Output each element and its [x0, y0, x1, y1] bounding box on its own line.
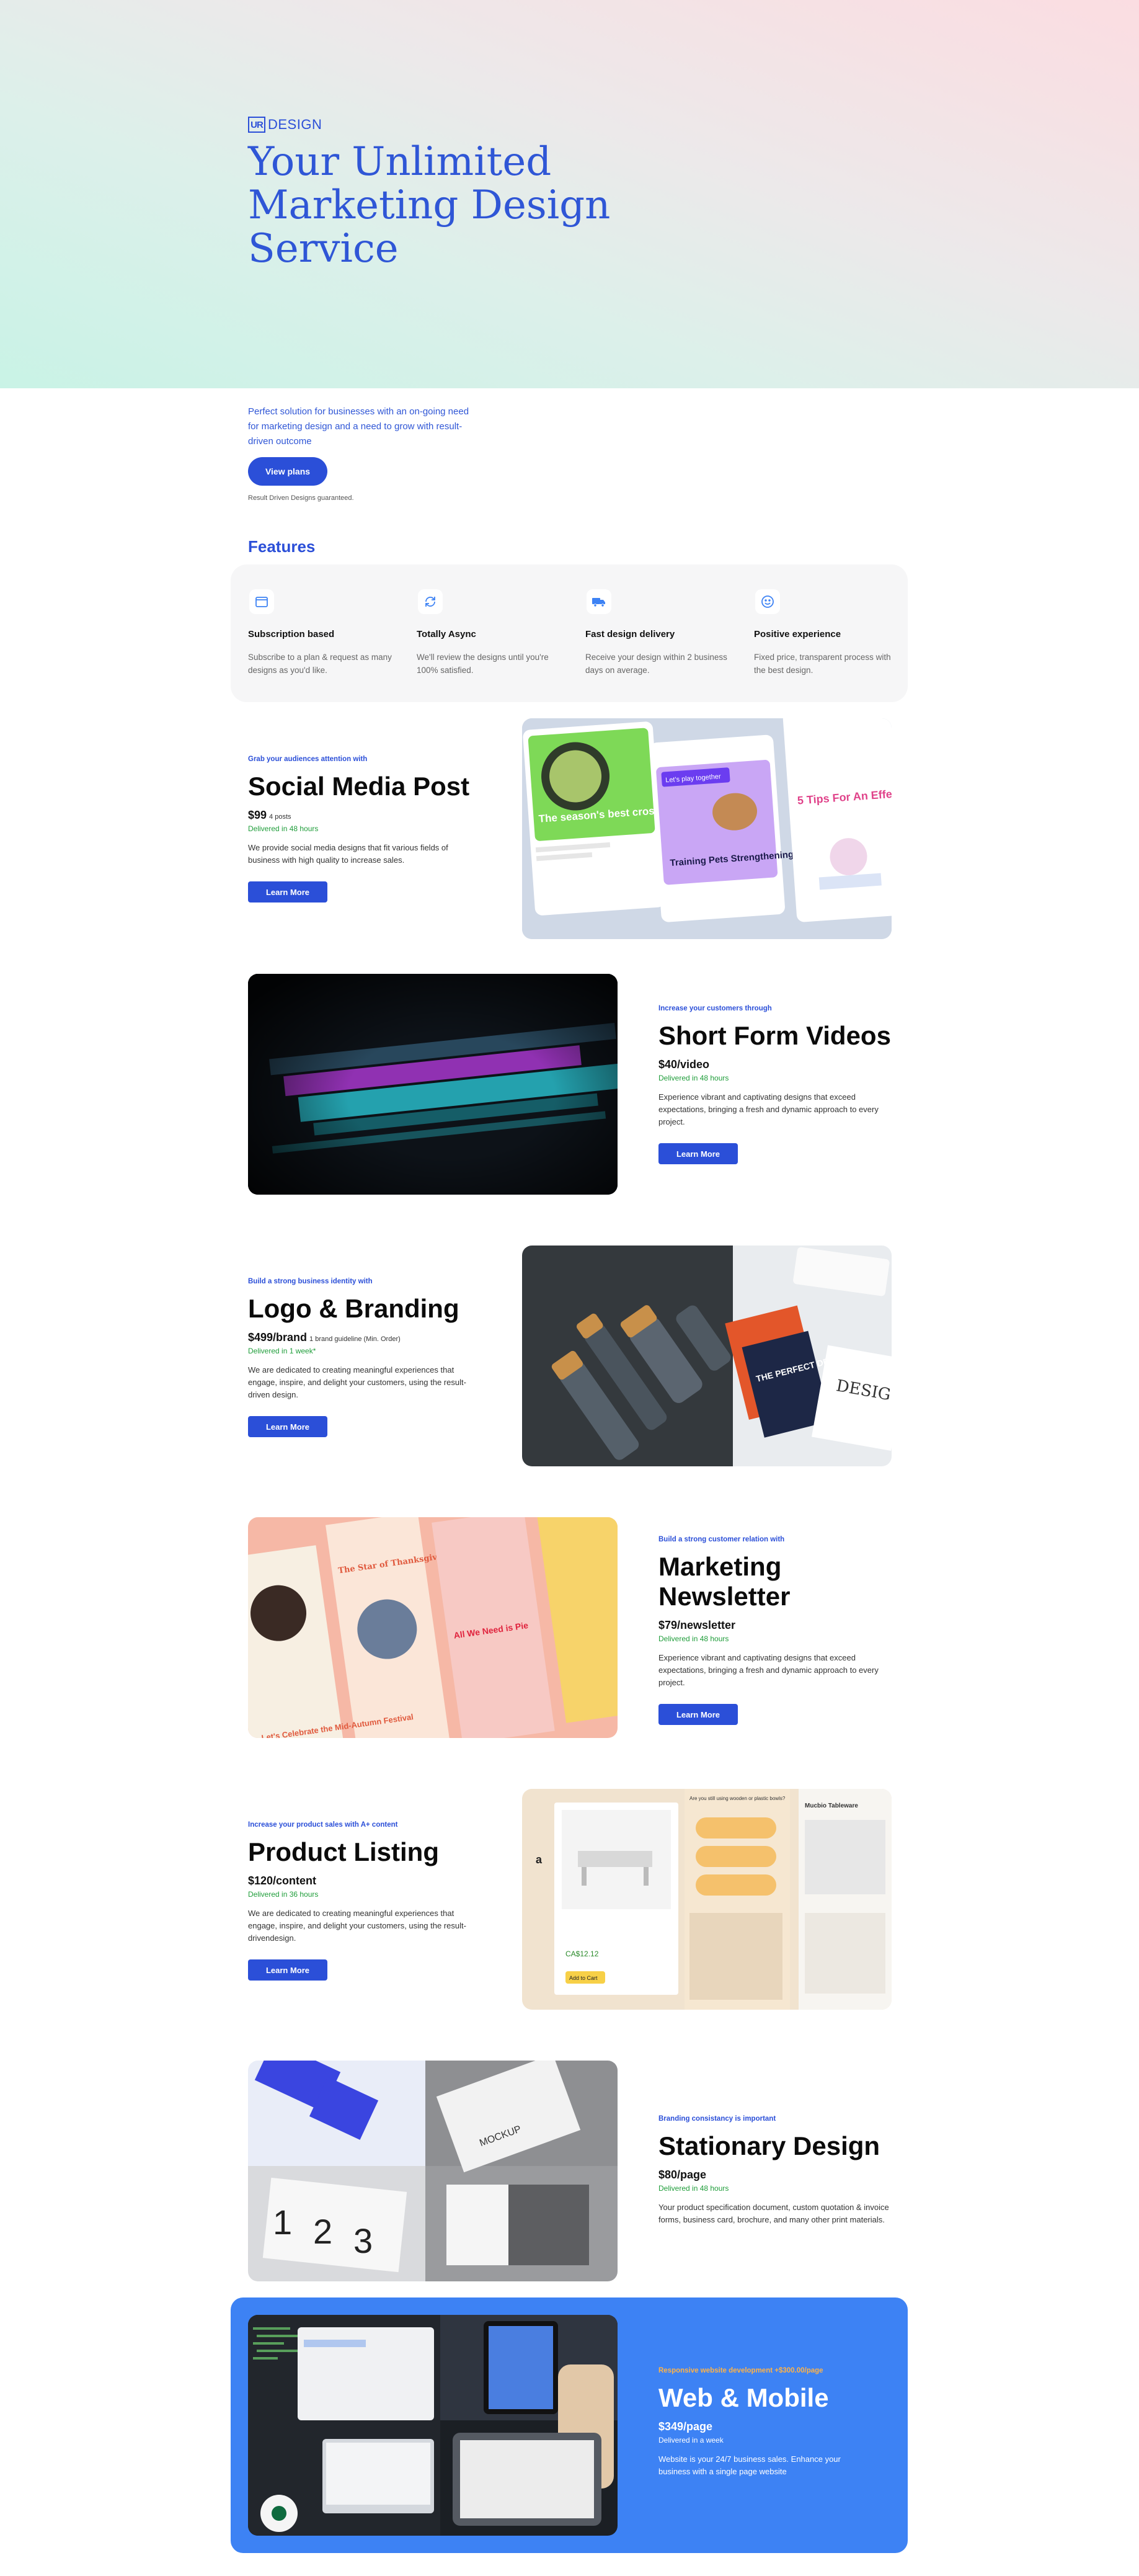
image-caption: 1 — [273, 2203, 292, 2242]
service-title: Social Media Post — [248, 772, 470, 801]
web-mobile-image — [248, 2315, 618, 2536]
feature-title: Fast design delivery — [585, 629, 675, 640]
brand-logo[interactable]: UR DESIGN — [248, 117, 322, 133]
service-price: $349/page — [658, 2420, 713, 2433]
service-social-media: Grab your audiences attention with Socia… — [248, 755, 484, 902]
truck-icon — [587, 589, 611, 614]
social-media-image: The season's best crossworthy! Let's pla… — [522, 718, 892, 939]
service-price: $120/content — [248, 1874, 317, 1887]
learn-more-button[interactable]: Learn More — [658, 1143, 738, 1164]
service-price: $499/brand 1 brand guideline (Min. Order) — [248, 1331, 484, 1344]
service-delivery: Delivered in a week — [658, 2436, 724, 2445]
service-delivery: Delivered in 48 hours — [658, 2184, 729, 2193]
guarantee-note: Result Driven Designs guaranteed. — [248, 494, 354, 502]
service-delivery: Delivered in 48 hours — [658, 1074, 729, 1082]
service-product-listing: Increase your product sales with A+ cont… — [248, 1821, 484, 1981]
service-eyebrow: Branding consistancy is important — [658, 2115, 776, 2123]
image-caption: Are you still using wooden or plastic bo… — [689, 1796, 786, 1801]
logo-mark: UR — [248, 117, 265, 133]
feature-desc: We'll review the designs until you're 10… — [417, 653, 549, 675]
service-marketing-newsletter: Build a strong customer relation with Ma… — [658, 1536, 894, 1725]
service-price: $79/newsletter — [658, 1619, 736, 1631]
feature-card: Fast design delivery Receive your design… — [585, 589, 734, 677]
hero-title: Your Unlimited Marketing Design Service — [248, 139, 611, 272]
feature-title: Subscription based — [248, 629, 335, 640]
feature-title: Totally Async — [417, 629, 476, 640]
price-note: 4 posts — [269, 813, 291, 821]
service-stationary-design: Branding consistancy is important Statio… — [658, 2115, 894, 2226]
service-price: $80/page — [658, 2168, 707, 2181]
service-short-form-videos: Increase your customers through Short Fo… — [658, 1005, 894, 1164]
price-note: 1 brand guideline (Min. Order) — [309, 1335, 401, 1343]
service-desc: Your product specification document, cus… — [658, 2203, 889, 2224]
image-caption: Mucbio Tableware — [805, 1803, 858, 1809]
service-desc: We are dedicated to creating meaningful … — [248, 1365, 466, 1399]
service-title: Stationary Design — [658, 2131, 880, 2160]
service-desc: We provide social media designs that fit… — [248, 843, 448, 865]
service-eyebrow: Increase your product sales with A+ cont… — [248, 1821, 398, 1829]
feature-card: Positive experience Fixed price, transpa… — [754, 589, 903, 677]
intro-text: Perfect solution for businesses with an … — [248, 406, 469, 447]
amazon-icon: a — [536, 1853, 543, 1866]
product-listing-image: a CA$12.12 Add to Cart Are you still usi… — [522, 1789, 892, 2010]
service-delivery: Delivered in 48 hours — [248, 824, 319, 833]
service-title: Logo & Branding — [248, 1294, 459, 1323]
refresh-icon — [418, 589, 443, 614]
price-value: $99 — [248, 809, 267, 821]
service-title: Product Listing — [248, 1837, 439, 1866]
feature-card: Totally Async We'll review the designs u… — [417, 589, 565, 677]
image-caption: Add to Cart — [569, 1975, 598, 1981]
service-desc: We are dedicated to creating meaningful … — [248, 1909, 466, 1943]
service-eyebrow: Build a strong customer relation with — [658, 1536, 785, 1543]
service-delivery: Delivered in 1 week* — [248, 1347, 316, 1355]
service-delivery: Delivered in 48 hours — [658, 1634, 729, 1643]
service-title: Short Form Videos — [658, 1021, 891, 1050]
service-title: Marketing Newsletter — [658, 1552, 791, 1611]
hero-banner: UR DESIGN Your Unlimited Marketing Desig… — [0, 0, 1139, 388]
service-eyebrow: Grab your audiences attention with — [248, 755, 368, 763]
learn-more-button[interactable]: Learn More — [248, 1959, 327, 1981]
feature-desc: Fixed price, transparent process with th… — [754, 653, 891, 675]
service-title: Web & Mobile — [658, 2383, 829, 2412]
service-eyebrow: Responsive website development +$300.00/… — [658, 2367, 823, 2374]
feature-title: Positive experience — [754, 629, 841, 640]
view-plans-button[interactable]: View plans — [248, 457, 327, 486]
stationary-design-image: MOCKUP 1 2 3 — [248, 2061, 618, 2281]
service-delivery: Delivered in 36 hours — [248, 1890, 319, 1899]
short-form-video-image — [248, 974, 618, 1195]
service-price: $40/video — [658, 1058, 710, 1071]
calendar-icon — [249, 589, 274, 614]
service-desc: Experience vibrant and captivating desig… — [658, 1092, 879, 1126]
logo-branding-image: THE PERFECT DESIGN DESIG — [522, 1246, 892, 1466]
features-title: Features — [248, 537, 316, 556]
service-logo-branding: Build a strong business identity with Lo… — [248, 1278, 484, 1437]
features-panel: Subscription based Subscribe to a plan &… — [231, 564, 908, 702]
image-caption: 2 — [313, 2212, 332, 2251]
service-price: $99 4 posts — [248, 809, 484, 822]
logo-text: DESIGN — [268, 117, 322, 132]
price-value: $499/brand — [248, 1331, 308, 1344]
feature-desc: Receive your design within 2 business da… — [585, 653, 727, 675]
learn-more-button[interactable]: Learn More — [248, 1416, 327, 1437]
web-mobile-text: Responsive website development +$300.00/… — [658, 2367, 894, 2478]
image-caption: CA$12.12 — [565, 1950, 599, 1958]
smile-icon — [755, 589, 780, 614]
service-eyebrow: Increase your customers through — [658, 1005, 772, 1012]
feature-desc: Subscribe to a plan & request as many de… — [248, 653, 392, 675]
service-eyebrow: Build a strong business identity with — [248, 1278, 373, 1285]
feature-card: Subscription based Subscribe to a plan &… — [248, 589, 397, 677]
learn-more-button[interactable]: Learn More — [658, 1704, 738, 1725]
service-desc: Experience vibrant and captivating desig… — [658, 1653, 879, 1687]
service-desc: Website is your 24/7 business sales. Enh… — [658, 2454, 841, 2476]
image-caption: 3 — [353, 2221, 373, 2260]
newsletter-image: The Star of Thanksgiving Dinner All We N… — [248, 1517, 618, 1738]
learn-more-button[interactable]: Learn More — [248, 881, 327, 902]
